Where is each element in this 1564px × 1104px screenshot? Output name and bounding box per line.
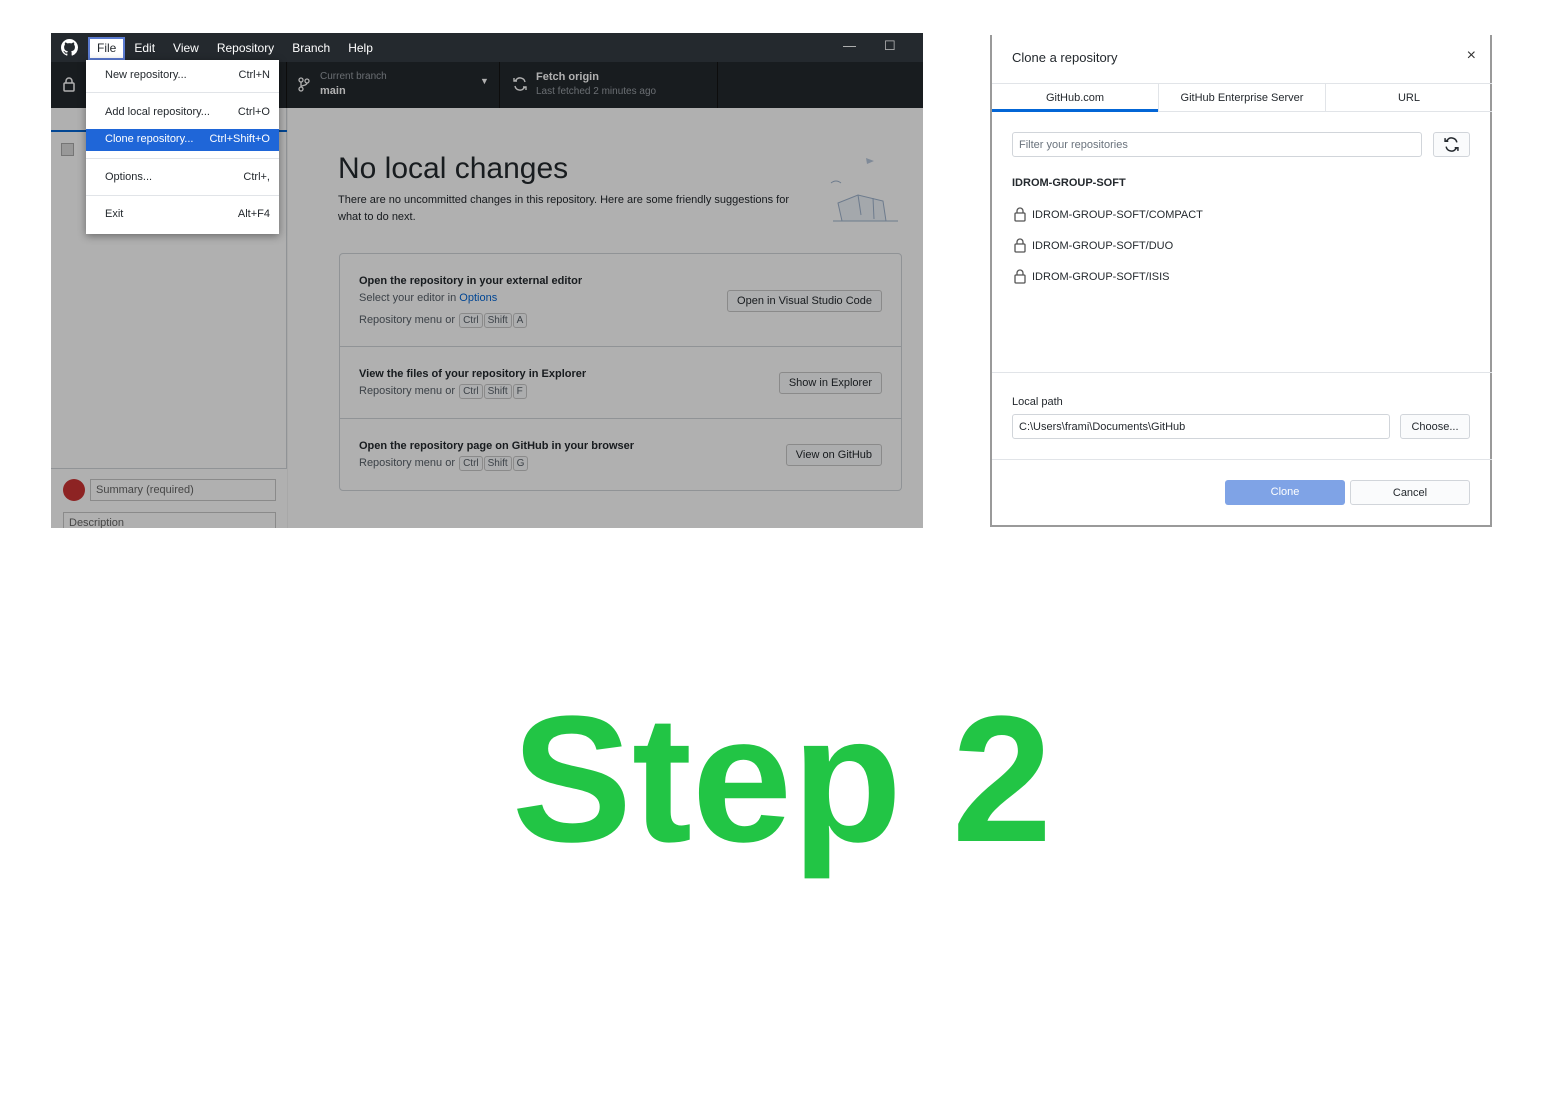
clone-button[interactable]: Clone (1225, 480, 1345, 505)
refresh-icon (1444, 137, 1459, 152)
dialog-divider (992, 372, 1492, 373)
clone-repository-dialog: Clone a repository × GitHub.com GitHub E… (990, 35, 1492, 527)
file-menu-dropdown: New repository... Ctrl+N Add local reposi… (86, 60, 279, 234)
menu-branch[interactable]: Branch (283, 37, 339, 60)
github-logo-icon (61, 39, 78, 56)
dialog-divider (992, 459, 1492, 460)
menu-divider (86, 92, 279, 93)
menu-bar: File Edit View Repository Branch Help (88, 36, 382, 60)
maximize-button[interactable]: ☐ (884, 38, 896, 54)
menu-item-options[interactable]: Options... Ctrl+, (86, 167, 279, 189)
organization-heading: IDROM-GROUP-SOFT (1012, 177, 1126, 189)
refresh-button[interactable] (1433, 132, 1470, 157)
dialog-tabs: GitHub.com GitHub Enterprise Server URL (992, 83, 1492, 112)
lock-icon (1014, 238, 1026, 253)
filter-repositories-input[interactable]: Filter your repositories (1012, 132, 1422, 157)
repo-list-item[interactable]: IDROM-GROUP-SOFT/DUO (1014, 238, 1173, 253)
lock-icon (1014, 269, 1026, 284)
repo-list-item[interactable]: IDROM-GROUP-SOFT/COMPACT (1014, 207, 1203, 222)
tab-url[interactable]: URL (1326, 84, 1492, 111)
menu-repository[interactable]: Repository (208, 37, 283, 60)
menu-item-exit[interactable]: Exit Alt+F4 (86, 204, 279, 226)
dialog-title: Clone a repository (1012, 50, 1118, 65)
github-desktop-window: File Edit View Repository Branch Help — … (51, 33, 923, 528)
tab-github-enterprise[interactable]: GitHub Enterprise Server (1159, 84, 1326, 111)
menu-item-clone-repository[interactable]: Clone repository... Ctrl+Shift+O (86, 129, 279, 151)
lock-icon (1014, 207, 1026, 222)
repo-list-item[interactable]: IDROM-GROUP-SOFT/ISIS (1014, 269, 1170, 284)
menu-file[interactable]: File (88, 36, 126, 60)
menu-divider (86, 195, 279, 196)
menu-edit[interactable]: Edit (125, 37, 164, 60)
menu-view[interactable]: View (164, 37, 208, 60)
menu-divider (86, 158, 279, 159)
close-icon[interactable]: × (1467, 47, 1476, 65)
repo-name: IDROM-GROUP-SOFT/ISIS (1032, 270, 1170, 283)
minimize-button[interactable]: — (843, 38, 856, 53)
step-caption: Step 2 (511, 679, 1053, 880)
menu-help[interactable]: Help (339, 37, 382, 60)
local-path-input[interactable]: C:\Users\frami\Documents\GitHub (1012, 414, 1390, 439)
choose-button[interactable]: Choose... (1400, 414, 1470, 439)
local-path-label: Local path (1012, 396, 1063, 408)
tab-github-com[interactable]: GitHub.com (992, 84, 1159, 112)
title-bar: File Edit View Repository Branch Help — … (51, 33, 923, 62)
repo-name: IDROM-GROUP-SOFT/DUO (1032, 239, 1174, 252)
menu-item-new-repository[interactable]: New repository... Ctrl+N (86, 65, 279, 87)
cancel-button[interactable]: Cancel (1350, 480, 1470, 505)
menu-item-add-local-repository[interactable]: Add local repository... Ctrl+O (86, 102, 279, 124)
repo-name: IDROM-GROUP-SOFT/COMPACT (1032, 208, 1203, 221)
